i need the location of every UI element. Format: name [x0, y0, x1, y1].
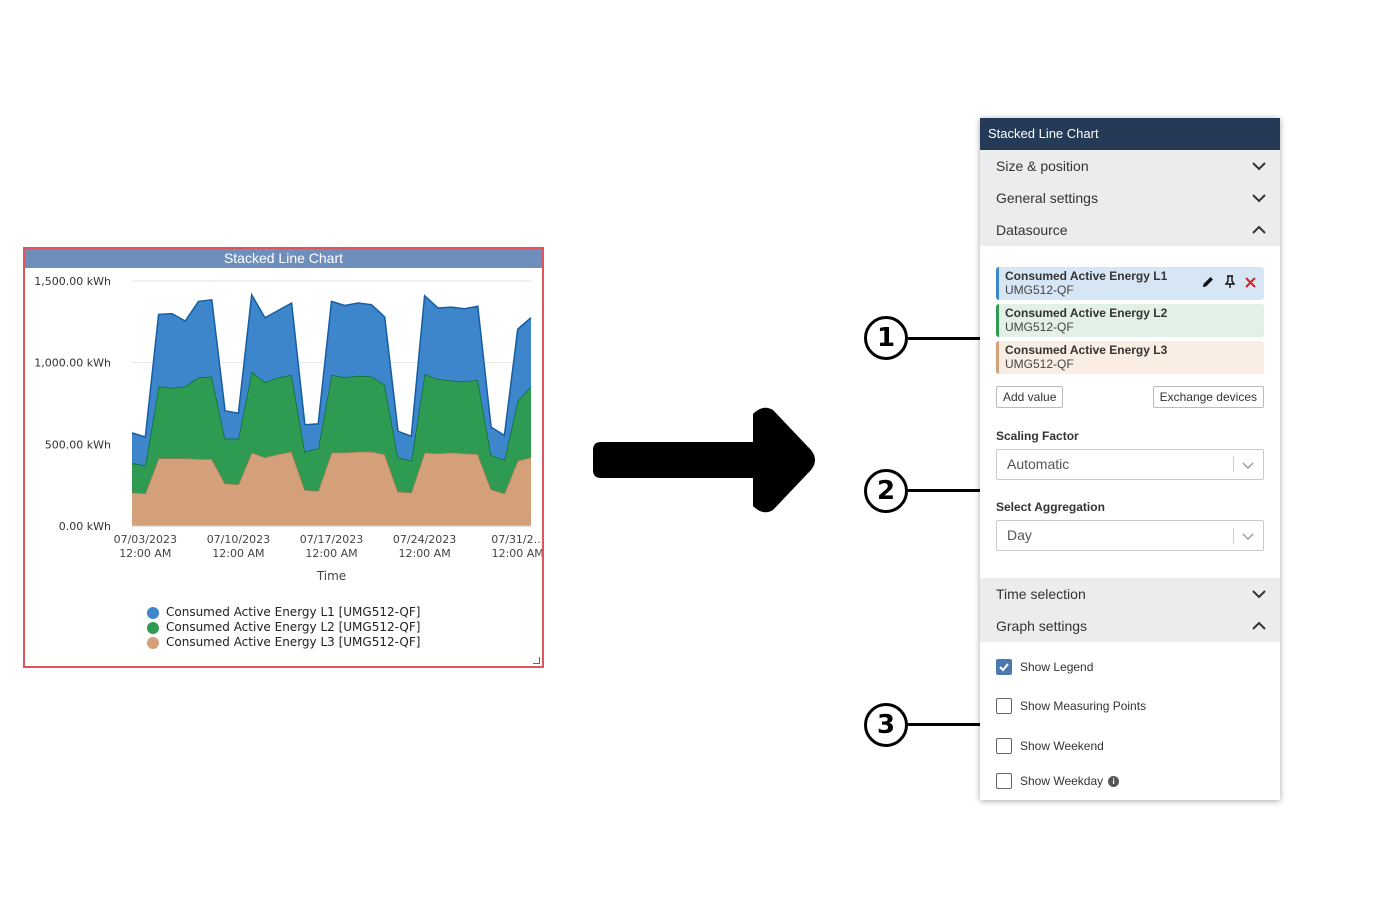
legend-item[interactable]: Consumed Active Energy L1 [UMG512-QF]	[147, 605, 420, 620]
scaling-factor-select[interactable]: Automatic	[996, 449, 1264, 480]
info-icon[interactable]: i	[1108, 776, 1119, 787]
show-weekday-checkbox[interactable]: Show Weekday i	[996, 773, 1119, 789]
settings-panel: Stacked Line Chart Size & position Gener…	[980, 118, 1280, 800]
legend-label: Consumed Active Energy L3 [UMG512-QF]	[166, 635, 420, 650]
close-icon[interactable]	[1245, 277, 1256, 288]
legend-item[interactable]: Consumed Active Energy L3 [UMG512-QF]	[147, 635, 420, 650]
x-tick-label: 12:00 AM	[305, 547, 357, 560]
chart-widget[interactable]: Stacked Line Chart 0.00 kWh 500.00 kWh 1,0…	[23, 247, 544, 668]
section-size-position[interactable]: Size & position	[980, 150, 1280, 182]
aggregation-label: Select Aggregation	[996, 500, 1105, 514]
x-tick-label: 07/03/2023	[114, 533, 177, 546]
datasource-device: UMG512-QF	[1005, 320, 1264, 334]
section-datasource[interactable]: Datasource	[980, 214, 1280, 246]
chart-legend: Consumed Active Energy L1 [UMG512-QF]Con…	[147, 605, 420, 650]
legend-dot-icon	[147, 622, 159, 634]
datasource-device: UMG512-QF	[1005, 357, 1264, 371]
y-tick-label: 1,500.00 kWh	[34, 275, 111, 288]
x-tick-label: 12:00 AM	[212, 547, 264, 560]
pencil-icon[interactable]	[1201, 275, 1215, 289]
aggregation-select[interactable]: Day	[996, 520, 1264, 551]
panel-title: Stacked Line Chart	[980, 118, 1280, 150]
exchange-devices-button[interactable]: Exchange devices	[1153, 386, 1264, 408]
datasource-item-l1[interactable]: Consumed Active Energy L1 UMG512-QF	[996, 267, 1264, 300]
chevron-up-icon	[1252, 619, 1266, 633]
checkbox-icon[interactable]	[996, 698, 1012, 714]
show-weekend-checkbox[interactable]: Show Weekend	[996, 738, 1104, 754]
legend-label: Consumed Active Energy L2 [UMG512-QF]	[166, 620, 420, 635]
y-tick-label: 1,000.00 kWh	[34, 357, 111, 370]
section-general-settings[interactable]: General settings	[980, 182, 1280, 214]
x-tick-label: 12:00 AM	[492, 547, 542, 560]
legend-label: Consumed Active Energy L1 [UMG512-QF]	[166, 605, 420, 620]
section-time-selection[interactable]: Time selection	[980, 578, 1280, 610]
legend-dot-icon	[147, 607, 159, 619]
section-label: Datasource	[996, 222, 1068, 238]
widget-title: Stacked Line Chart	[25, 249, 542, 268]
chevron-down-icon	[1242, 459, 1254, 471]
x-axis-label: Time	[316, 569, 346, 583]
datasource-name: Consumed Active Energy L3	[1005, 341, 1264, 357]
datasource-item-l2[interactable]: Consumed Active Energy L2 UMG512-QF	[996, 304, 1264, 337]
checkbox-checked-icon[interactable]	[996, 659, 1012, 675]
legend-item[interactable]: Consumed Active Energy L2 [UMG512-QF]	[147, 620, 420, 635]
y-tick-label: 500.00 kWh	[45, 438, 111, 451]
checkbox-label: Show Measuring Points	[1020, 699, 1146, 713]
checkbox-icon[interactable]	[996, 773, 1012, 789]
section-label: Size & position	[996, 158, 1089, 174]
checkbox-label: Show Weekend	[1020, 739, 1104, 753]
chevron-down-icon	[1242, 530, 1254, 542]
datasource-list: Consumed Active Energy L1 UMG512-QF Cons…	[996, 267, 1264, 378]
checkbox-label: Show Legend	[1020, 660, 1093, 674]
legend-dot-icon	[147, 637, 159, 649]
datasource-item-l3[interactable]: Consumed Active Energy L3 UMG512-QF	[996, 341, 1264, 374]
resize-handle[interactable]	[533, 657, 540, 664]
select-value: Day	[1007, 527, 1032, 543]
show-legend-checkbox[interactable]: Show Legend	[996, 659, 1093, 675]
area-series	[132, 452, 531, 526]
show-measuring-points-checkbox[interactable]: Show Measuring Points	[996, 698, 1146, 714]
section-label: General settings	[996, 190, 1098, 206]
chevron-down-icon	[1252, 191, 1266, 205]
chevron-up-icon	[1252, 223, 1266, 237]
section-label: Time selection	[996, 586, 1086, 602]
x-tick-label: 12:00 AM	[119, 547, 171, 560]
x-tick-label: 07/10/2023	[207, 533, 270, 546]
section-graph-settings[interactable]: Graph settings	[980, 610, 1280, 642]
checkbox-icon[interactable]	[996, 738, 1012, 754]
pin-icon[interactable]	[1224, 275, 1236, 289]
checkbox-label: Show Weekday	[1020, 774, 1103, 788]
x-tick-label: 07/24/2023	[393, 533, 456, 546]
datasource-name: Consumed Active Energy L2	[1005, 304, 1264, 320]
chevron-down-icon	[1252, 587, 1266, 601]
scaling-factor-label: Scaling Factor	[996, 429, 1079, 443]
select-value: Automatic	[1007, 456, 1069, 472]
x-tick-label: 07/17/2023	[300, 533, 363, 546]
right-arrow-icon	[593, 404, 819, 516]
x-tick-label: 07/31/2...	[491, 533, 542, 546]
section-label: Graph settings	[996, 618, 1087, 634]
add-value-button[interactable]: Add value	[996, 386, 1063, 408]
chevron-down-icon	[1252, 159, 1266, 173]
x-tick-label: 12:00 AM	[398, 547, 450, 560]
y-tick-label: 0.00 kWh	[59, 520, 111, 533]
